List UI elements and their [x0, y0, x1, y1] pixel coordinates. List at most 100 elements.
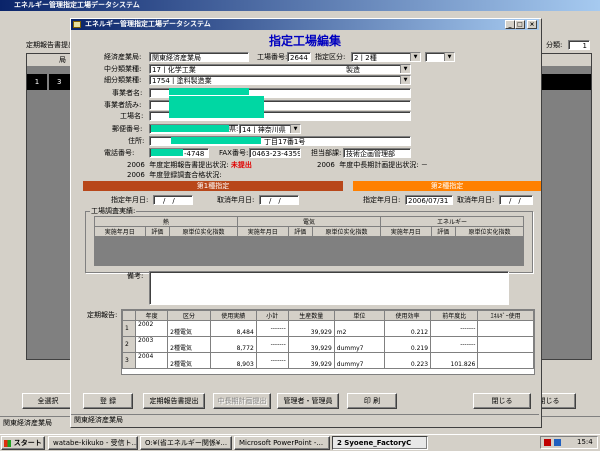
designation-extra-select[interactable]: ▼: [425, 52, 455, 62]
back-window-titlebar: エネルギー管理指定工場データシステム: [0, 0, 600, 11]
windows-logo-icon: [4, 439, 12, 447]
cell-prod: 39,929: [287, 320, 335, 337]
cell-year: 2004: [134, 352, 169, 369]
cell-unit: dummy7: [333, 336, 386, 353]
factory-no-field[interactable]: 2644: [287, 52, 311, 62]
dialog-heading: 指定工場編集: [268, 34, 341, 48]
back-list-row-number[interactable]: 1: [27, 74, 47, 90]
survey-col: 実施年月日: [94, 226, 146, 237]
print-button[interactable]: 印 刷: [347, 393, 397, 409]
chevron-down-icon[interactable]: ▼: [400, 76, 410, 84]
table-row[interactable]: 2 2003 2種電気 8,772 ------- 39,929 dummy7 …: [122, 336, 534, 353]
cell-kind: 2種電気: [167, 320, 211, 337]
cell-year: 2002: [134, 320, 169, 337]
designation-select[interactable]: 2 | 2種 ▼: [351, 52, 421, 62]
sub-industry-select[interactable]: 1754 | 塗料製造業 ▼: [149, 75, 411, 85]
chevron-down-icon[interactable]: ▼: [410, 53, 420, 61]
survey-col: 実施年月日: [236, 226, 289, 237]
cell-subtotal: -------: [255, 320, 289, 337]
submit-report-button[interactable]: 定期報告書提出: [143, 393, 205, 409]
dialog-close-button[interactable]: 閉じる: [473, 393, 531, 409]
factory-name-label: 工場名:: [120, 112, 144, 120]
cell-eff: 0.219: [384, 336, 432, 353]
taskbar-item-folder[interactable]: O:¥(省エネルギー関係¥...: [140, 436, 232, 450]
cell-energy: [477, 352, 534, 369]
cell-eff: 0.223: [384, 352, 432, 369]
dialog-titlebar: エネルギー管理指定工場データシステム _ □ ×: [71, 19, 539, 30]
periodic-rownum-header: [122, 310, 136, 321]
close-icon[interactable]: ×: [527, 20, 537, 29]
plan-status-label: 年度中長期計画提出状況:: [339, 161, 419, 169]
survey-col: 原単位实化指数: [455, 226, 524, 237]
fax-label: FAX番号:: [219, 149, 249, 157]
row-number: 1: [122, 320, 136, 337]
table-row[interactable]: 1 2002 2種電気 8,484 ------- 39,929 m2 0.21…: [122, 320, 534, 337]
maximize-button[interactable]: □: [515, 20, 525, 29]
tray-icon[interactable]: [554, 439, 561, 446]
survey-col: 原単位实化指数: [312, 226, 381, 237]
taskbar-item-active-app[interactable]: 2 Syoene_FactoryC: [332, 436, 428, 450]
periodic-table[interactable]: 年度 区分 使用実績 小計 生産数量 単位 使用効率 前年度比 ｴﾈﾙｷﾞｰ使用…: [122, 310, 534, 369]
biz-reading-label: 事業者読み:: [104, 101, 142, 109]
survey-col: 実施年月日: [379, 226, 432, 237]
periodic-header: 使用実績: [209, 310, 257, 321]
first-cancel-field[interactable]: __/__/__: [259, 195, 299, 205]
report-status-label: 年度定期報告書提出状況:: [149, 161, 229, 169]
audit-year: 2006: [127, 171, 145, 179]
second-desig-date-label: 指定年月日:: [363, 196, 401, 204]
designation-value: 2 | 2種: [354, 54, 377, 62]
survey-col: 評価: [144, 226, 171, 237]
biz-name-label: 事業者名:: [112, 89, 143, 97]
first-cancel-label: 取消年月日:: [217, 196, 255, 204]
cell-kind: 2種電気: [167, 352, 211, 369]
pref-select[interactable]: 14 | 神奈川県 ▼: [239, 124, 301, 134]
redaction-block: [151, 149, 183, 156]
second-designation-label: 第2種指定: [430, 182, 464, 190]
mid-industry-select[interactable]: 17 | 化学工業 製造 ▼: [149, 64, 411, 74]
mid-industry-value: 17 | 化学工業: [152, 66, 196, 74]
second-cancel-field[interactable]: __/__/__: [499, 195, 533, 205]
chevron-down-icon[interactable]: ▼: [444, 53, 454, 61]
cell-eff: 0.212: [384, 320, 432, 337]
register-button[interactable]: 登 録: [83, 393, 133, 409]
bureau-label: 経済産業局:: [104, 53, 142, 61]
back-right-field[interactable]: 1: [568, 40, 590, 50]
submit-plan-button[interactable]: 中長期計画提出: [213, 393, 271, 409]
cell-unit: dummy7: [333, 352, 386, 369]
taskbar-item-mail[interactable]: watabe-kikuko - 受信ト...: [48, 436, 138, 450]
chevron-down-icon[interactable]: ▼: [290, 125, 300, 133]
cell-year: 2003: [134, 336, 169, 353]
second-designation-banner: 第2種指定: [353, 181, 541, 191]
admin-button[interactable]: 管理者・管理員: [277, 393, 339, 409]
periodic-header: 区分: [167, 310, 211, 321]
chevron-down-icon[interactable]: ▼: [400, 65, 410, 73]
periodic-header: 前年度比: [430, 310, 479, 321]
start-label: スタート: [13, 439, 42, 447]
cell-usage: 8,772: [209, 336, 257, 353]
table-row[interactable]: 3 2004 2種電気 8,903 ------- 39,929 dummy7 …: [122, 352, 534, 369]
start-button[interactable]: スタート: [1, 436, 45, 450]
remarks-textarea[interactable]: [149, 271, 509, 305]
survey-table[interactable]: 熱 電気 エネルギー 実施年月日 評価 原単位实化指数 実施年月日 評価 原単位…: [94, 216, 525, 266]
select-all-button[interactable]: 全選択: [22, 393, 74, 409]
dept-field[interactable]: 技術企画管理部: [343, 148, 411, 158]
periodic-header: 使用効率: [384, 310, 432, 321]
periodic-table-frame[interactable]: 年度 区分 使用実績 小計 生産数量 単位 使用効率 前年度比 ｴﾈﾙｷﾞｰ使用…: [121, 309, 535, 375]
cell-ratio: 101.826: [430, 352, 479, 369]
fax-field[interactable]: 0463-23-4359: [249, 148, 301, 158]
first-desig-date-field[interactable]: __/__/__: [153, 195, 193, 205]
report-status-line: 2006 年度定期報告書提出状況: 未提出: [127, 160, 252, 170]
address-label: 住所:: [128, 137, 145, 145]
taskbar: スタート watabe-kikuko - 受信ト... O:¥(省エネルギー関係…: [0, 434, 600, 451]
second-desig-date-field[interactable]: 2006/07/31: [405, 195, 453, 205]
taskbar-item-powerpoint[interactable]: Microsoft PowerPoint -...: [234, 436, 330, 450]
periodic-header: 生産数量: [287, 310, 335, 321]
survey-group-label: 工場調査実績:: [90, 206, 137, 216]
minimize-button[interactable]: _: [505, 20, 515, 29]
plan-year: 2006: [317, 161, 335, 169]
tray-icon[interactable]: [544, 439, 551, 446]
plan-status-value: －: [420, 161, 428, 169]
bureau-field[interactable]: 関東経済産業局: [149, 52, 249, 62]
audit-status-line: 2006 年度登録調査合格状況:: [127, 170, 222, 180]
periodic-header: ｴﾈﾙｷﾞｰ使用: [477, 310, 534, 321]
